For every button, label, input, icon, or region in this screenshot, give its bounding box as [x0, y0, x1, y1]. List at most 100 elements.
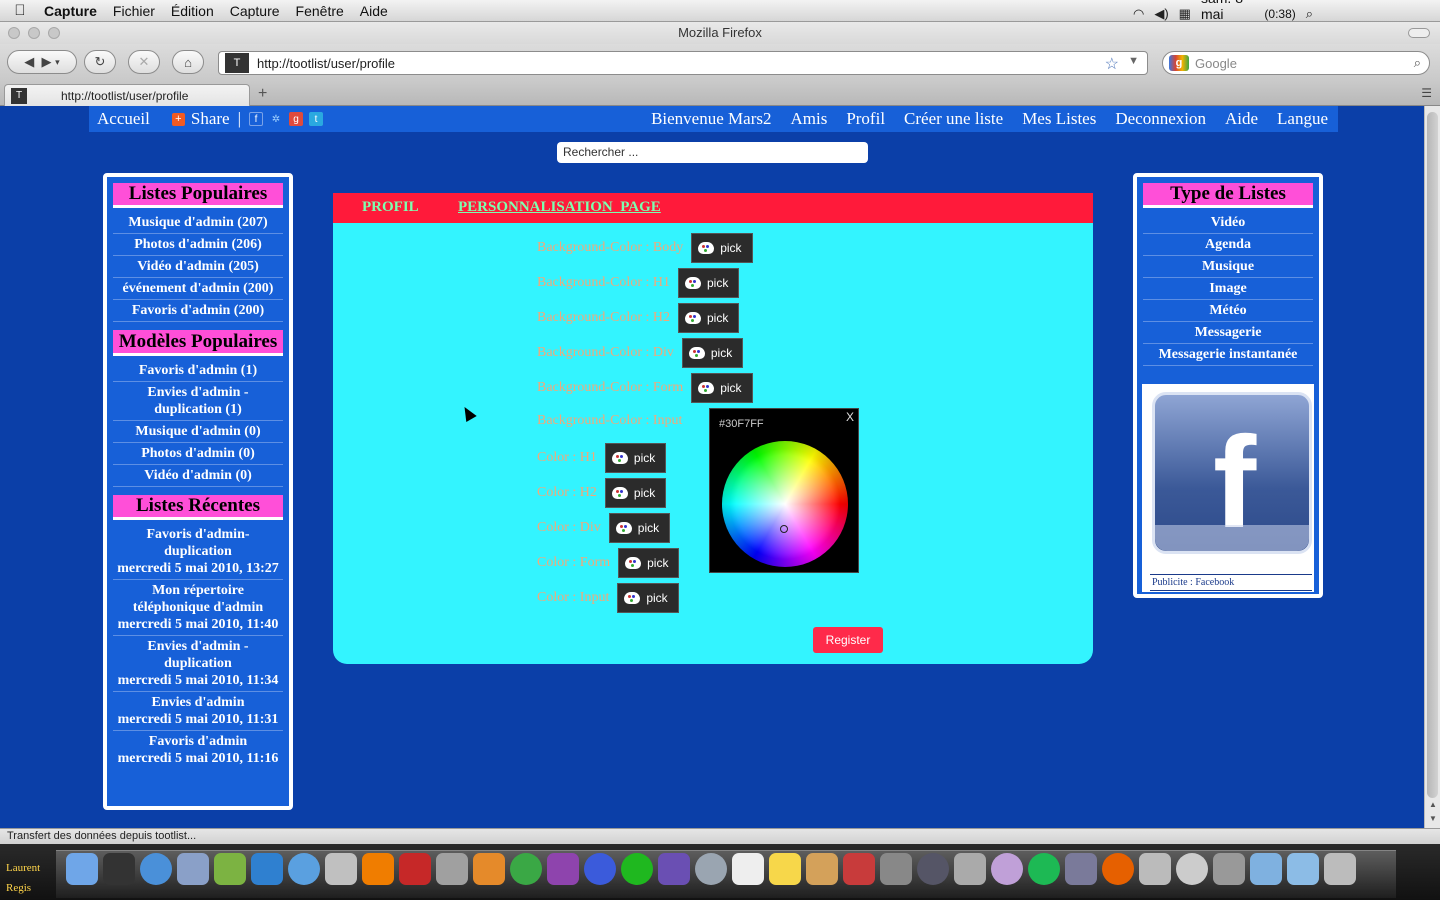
list-type-link[interactable]: Messagerie instantanée: [1159, 347, 1298, 362]
myspace-share-icon[interactable]: ✲: [268, 112, 283, 126]
recent-list-name[interactable]: Mon répertoire téléphonique d'admin: [133, 583, 263, 615]
search-icon[interactable]: ⌕: [1414, 55, 1421, 71]
pick-color-button[interactable]: pick: [691, 233, 753, 263]
menu-app[interactable]: Capture: [40, 3, 105, 19]
history-dropdown-icon[interactable]: ▾: [55, 57, 60, 68]
finder-icon[interactable]: [66, 853, 98, 885]
calendar-icon[interactable]: ▦: [1179, 6, 1191, 22]
facebook-share-icon[interactable]: f: [248, 112, 263, 126]
recent-list-item[interactable]: Envies d'admin - duplication mercredi 5 m…: [113, 636, 283, 692]
terminal-icon[interactable]: [103, 853, 135, 885]
nav-deconnexion[interactable]: Deconnexion: [1115, 109, 1206, 129]
dvd-icon[interactable]: [1213, 853, 1245, 885]
twitter-share-icon[interactable]: t: [308, 112, 323, 126]
menu-capture[interactable]: Capture: [222, 3, 288, 19]
eclipse-icon[interactable]: [658, 853, 690, 885]
stickies-icon[interactable]: [769, 853, 801, 885]
scrollbar-thumb[interactable]: [1427, 112, 1438, 798]
recent-list-item[interactable]: Favoris d'admin mercredi 5 mai 2010, 11:1…: [113, 731, 283, 769]
tab-personnalisation-page[interactable]: PERSONNALISATION_PAGE: [458, 199, 661, 216]
nav-mes-listes[interactable]: Mes Listes: [1022, 109, 1096, 129]
app-store-icon[interactable]: [251, 853, 283, 885]
pick-color-button[interactable]: pick: [608, 513, 671, 543]
time-machine-icon[interactable]: [917, 853, 949, 885]
nav-amis[interactable]: Amis: [790, 109, 827, 129]
safari-icon[interactable]: [140, 853, 172, 885]
recent-list-name[interactable]: Favoris d'admin-duplication: [146, 527, 249, 559]
back-forward-button[interactable]: ◀ ▶ ▾: [7, 50, 77, 74]
share-button[interactable]: + Share: [171, 109, 230, 129]
pick-color-button[interactable]: pick: [604, 443, 667, 473]
list-type-link[interactable]: Agenda: [1205, 237, 1251, 252]
nav-creer-liste[interactable]: Créer une liste: [904, 109, 1003, 129]
back-arrow-icon[interactable]: ◀: [24, 54, 34, 70]
iphoto-icon[interactable]: [436, 853, 468, 885]
tab-list-icon[interactable]: ☰: [1421, 86, 1432, 100]
coffee-app-icon[interactable]: [806, 853, 838, 885]
list-type-link[interactable]: Image: [1209, 281, 1246, 296]
ical-icon[interactable]: [732, 853, 764, 885]
scroll-down-arrow-icon[interactable]: ▼: [1425, 812, 1440, 826]
pick-color-button[interactable]: pick: [691, 373, 753, 403]
nav-langue[interactable]: Langue: [1277, 109, 1328, 129]
new-tab-button[interactable]: +: [258, 85, 267, 103]
recent-list-item[interactable]: Favoris d'admin-duplication mercredi 5 ma…: [113, 524, 283, 580]
google-share-icon[interactable]: g: [288, 112, 303, 126]
pick-color-button[interactable]: pick: [677, 303, 740, 333]
nav-bienvenue[interactable]: Bienvenue Mars2: [651, 109, 771, 129]
popular-model-link[interactable]: Envies d'admin - duplication (1): [147, 385, 248, 417]
photo-app-icon[interactable]: [547, 853, 579, 885]
recent-list-name[interactable]: Favoris d'admin: [149, 734, 247, 749]
color-selector-handle[interactable]: [780, 525, 788, 533]
window-minimize-button[interactable]: [28, 27, 40, 39]
tab-profil[interactable]: PROFIL: [362, 199, 419, 216]
popular-model-link[interactable]: Favoris d'admin (1): [139, 363, 257, 378]
window-close-button[interactable]: [8, 27, 20, 39]
spotlight-search-icon[interactable]: ⌕: [1306, 6, 1313, 22]
green-app-icon[interactable]: [621, 853, 653, 885]
popular-list-link[interactable]: événement d'admin (200): [123, 281, 274, 296]
trash-icon[interactable]: [1324, 853, 1356, 885]
home-button[interactable]: ⌂: [172, 50, 204, 74]
forward-arrow-icon[interactable]: ▶: [42, 54, 52, 70]
recent-list-name[interactable]: Envies d'admin: [152, 695, 245, 710]
script-editor-icon[interactable]: [325, 853, 357, 885]
applications-folder-icon[interactable]: [1250, 853, 1282, 885]
register-button[interactable]: Register: [813, 627, 883, 653]
pick-color-button[interactable]: pick: [618, 548, 680, 578]
home-app-icon[interactable]: [843, 853, 875, 885]
leaf-app-icon[interactable]: [510, 853, 542, 885]
color-wheel[interactable]: [722, 441, 848, 567]
popular-list-link[interactable]: Photos d'admin (206): [134, 237, 262, 252]
documents-folder-icon[interactable]: [1287, 853, 1319, 885]
tab-profile[interactable]: T http://tootlist/user/profile: [4, 84, 250, 106]
browser-search-input[interactable]: g Google ⌕: [1162, 51, 1430, 75]
popular-list-link[interactable]: Vidéo d'admin (205): [137, 259, 259, 274]
vlc-icon[interactable]: [362, 853, 394, 885]
menu-fichier[interactable]: Fichier: [105, 3, 163, 19]
preview-icon[interactable]: [177, 853, 209, 885]
popular-model-link[interactable]: Musique d'admin (0): [135, 424, 260, 439]
list-type-link[interactable]: Météo: [1209, 303, 1246, 318]
facebook-ad[interactable]: f Publicite : Facebook: [1142, 384, 1314, 592]
keynote-icon[interactable]: [473, 853, 505, 885]
color-picker-popup[interactable]: #30F7FF X: [709, 408, 859, 573]
globe-app-icon[interactable]: [584, 853, 616, 885]
popular-list-link[interactable]: Musique d'admin (207): [128, 215, 267, 230]
yoda-app-icon[interactable]: [214, 853, 246, 885]
nav-aide[interactable]: Aide: [1225, 109, 1258, 129]
photo-booth-icon[interactable]: [399, 853, 431, 885]
list-type-link[interactable]: Messagerie: [1195, 325, 1262, 340]
pick-color-button[interactable]: pick: [677, 268, 740, 298]
toolbar-toggle-button[interactable]: [1408, 28, 1430, 38]
battery-status[interactable]: (0:38): [1264, 7, 1295, 21]
recent-list-name[interactable]: Envies d'admin - duplication: [147, 639, 248, 671]
url-bar[interactable]: T http://tootlist/user/profile ☆ ▼: [218, 51, 1148, 75]
scroll-up-arrow-icon[interactable]: ▲: [1425, 798, 1440, 812]
mail-icon[interactable]: [1176, 853, 1208, 885]
reload-button[interactable]: ↻: [84, 50, 116, 74]
window-zoom-button[interactable]: [48, 27, 60, 39]
itunes-icon[interactable]: [288, 853, 320, 885]
system-preferences-icon[interactable]: [880, 853, 912, 885]
menu-aide[interactable]: Aide: [352, 3, 396, 19]
